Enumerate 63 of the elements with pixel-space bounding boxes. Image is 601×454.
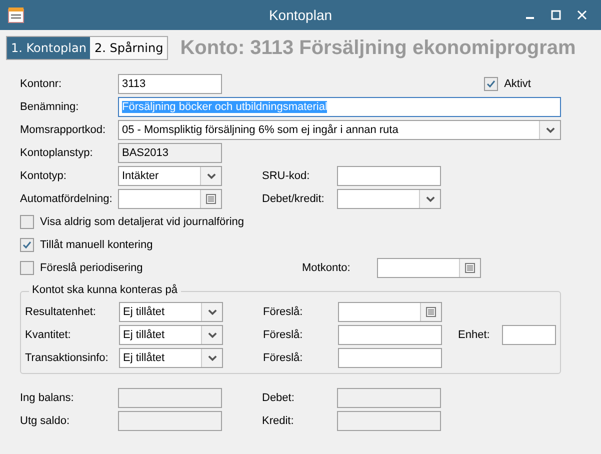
field-label: Föreslå: [263,328,304,340]
field-label: Transaktionsinfo: [25,352,110,364]
checkmark-icon [22,240,32,250]
text-field[interactable] [338,324,442,344]
chevron-icon[interactable] [201,302,222,320]
dropdown[interactable]: Ej tillåtet [119,302,223,322]
chevron-icon[interactable] [201,326,222,344]
chevron-icon[interactable] [201,348,222,366]
maximize-icon[interactable] [551,10,561,20]
list-icon[interactable] [420,302,441,320]
field-label: Föreslå: [263,352,304,364]
field-label: Utg saldo: [20,414,71,426]
list-icon[interactable] [200,190,221,208]
text-field[interactable] [337,166,441,186]
tab[interactable]: 2. Spårning [90,37,168,59]
text-field[interactable]: 3113 [118,74,222,94]
field-label: Motkonto: [302,262,352,274]
dropdown[interactable]: Ej tillåtet [119,348,223,368]
lookup-field[interactable] [118,188,222,208]
field-label: Enhet: [458,328,491,340]
checkbox-label: Visa aldrig som detaljerat vid journalföring [40,216,244,228]
chevron-icon[interactable] [200,166,221,184]
lookup-field[interactable] [377,258,481,278]
window-title: Kontoplan [268,7,332,23]
text-field[interactable] [502,324,556,344]
checkbox[interactable] [20,214,34,228]
lookup-field[interactable] [338,302,442,322]
checkbox-label: Föreslå periodisering [40,262,143,274]
checkmark-icon [486,78,496,88]
field-label: Kontotyp: [20,170,68,182]
checkbox[interactable] [484,76,498,90]
field-label: Automatfördelning: [20,192,114,204]
text-field[interactable] [338,348,442,368]
account-heading: Konto: 3113 Försäljning ekonomiprogram [180,36,576,60]
field-label: Föreslå: [263,306,304,318]
group-title: Kontot ska kunna konteras på [29,284,181,296]
checkbox-label: Aktivt [504,78,531,90]
field-label: SRU-kod: [262,170,311,182]
field-value: BAS2013 [121,146,170,158]
field-label: Momsrapportkod: [20,124,107,136]
checkbox-label: Tillåt manuell kontering [40,238,153,250]
checkbox[interactable] [20,238,34,252]
field-value: 3113 [121,78,147,90]
field-label: Kvantitet: [25,328,72,340]
list-icon[interactable] [459,258,480,276]
field-label: Debet/kredit: [262,192,326,204]
checkbox[interactable] [20,260,34,274]
dropdown[interactable]: Ej tillåtet [119,324,223,344]
field-label: Kontonr: [20,78,63,90]
field-label: Kredit: [262,414,295,426]
field-label: Benämning: [20,100,80,112]
field-label: Kontoplanstyp: [20,146,94,158]
chevron-icon[interactable] [539,120,560,138]
close-icon[interactable] [577,10,587,20]
calendar-icon [8,7,24,23]
dropdown[interactable]: 05 - Momspliktig försäljning 6% som ej ingår i annan ruta [118,120,561,140]
field-label: Ing balans: [20,392,75,404]
dropdown[interactable]: Intäkter [118,166,222,186]
field-label: Resultatenhet: [25,306,97,318]
field-label: Debet: [262,392,296,404]
field-value: Försäljning böcker och utbildningsmaterial [122,100,328,112]
tab[interactable]: 1. Kontoplan [7,37,90,59]
chevron-icon[interactable] [419,190,440,208]
